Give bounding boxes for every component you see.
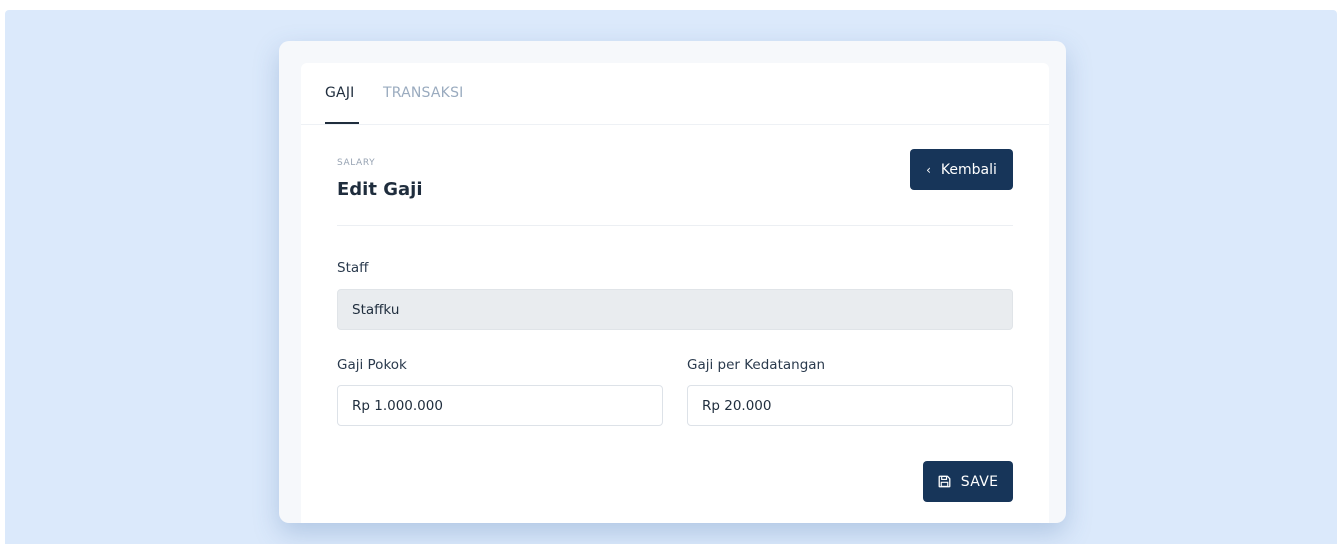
tab-transaksi[interactable]: TRANSAKSI — [383, 85, 463, 101]
staff-value: Staffku — [352, 301, 400, 318]
section-eyebrow: SALARY — [337, 158, 376, 168]
salary-card: GAJI TRANSAKSI SALARY Edit Gaji ‹ Kembal… — [279, 41, 1066, 523]
base-salary-label: Gaji Pokok — [337, 357, 407, 373]
floppy-disk-icon — [938, 475, 951, 488]
base-salary-input[interactable]: Rp 1.000.000 — [337, 385, 663, 426]
tab-bar: GAJI TRANSAKSI — [301, 63, 1049, 125]
header-divider — [337, 225, 1013, 226]
staff-field: Staffku — [337, 289, 1013, 330]
active-tab-indicator — [325, 122, 359, 124]
per-attendance-label: Gaji per Kedatangan — [687, 357, 826, 373]
chevron-left-icon: ‹ — [926, 162, 931, 177]
back-button[interactable]: ‹ Kembali — [910, 149, 1013, 190]
per-attendance-input[interactable]: Rp 20.000 — [687, 385, 1013, 426]
tab-gaji[interactable]: GAJI — [325, 85, 354, 101]
back-button-label: Kembali — [940, 161, 997, 178]
base-salary-value: Rp 1.000.000 — [352, 397, 443, 414]
staff-label: Staff — [337, 260, 369, 276]
save-button[interactable]: SAVE — [923, 461, 1013, 502]
save-button-label: SAVE — [960, 473, 999, 490]
per-attendance-value: Rp 20.000 — [702, 397, 772, 414]
page-title: Edit Gaji — [337, 179, 423, 200]
salary-panel: GAJI TRANSAKSI SALARY Edit Gaji ‹ Kembal… — [301, 63, 1049, 523]
